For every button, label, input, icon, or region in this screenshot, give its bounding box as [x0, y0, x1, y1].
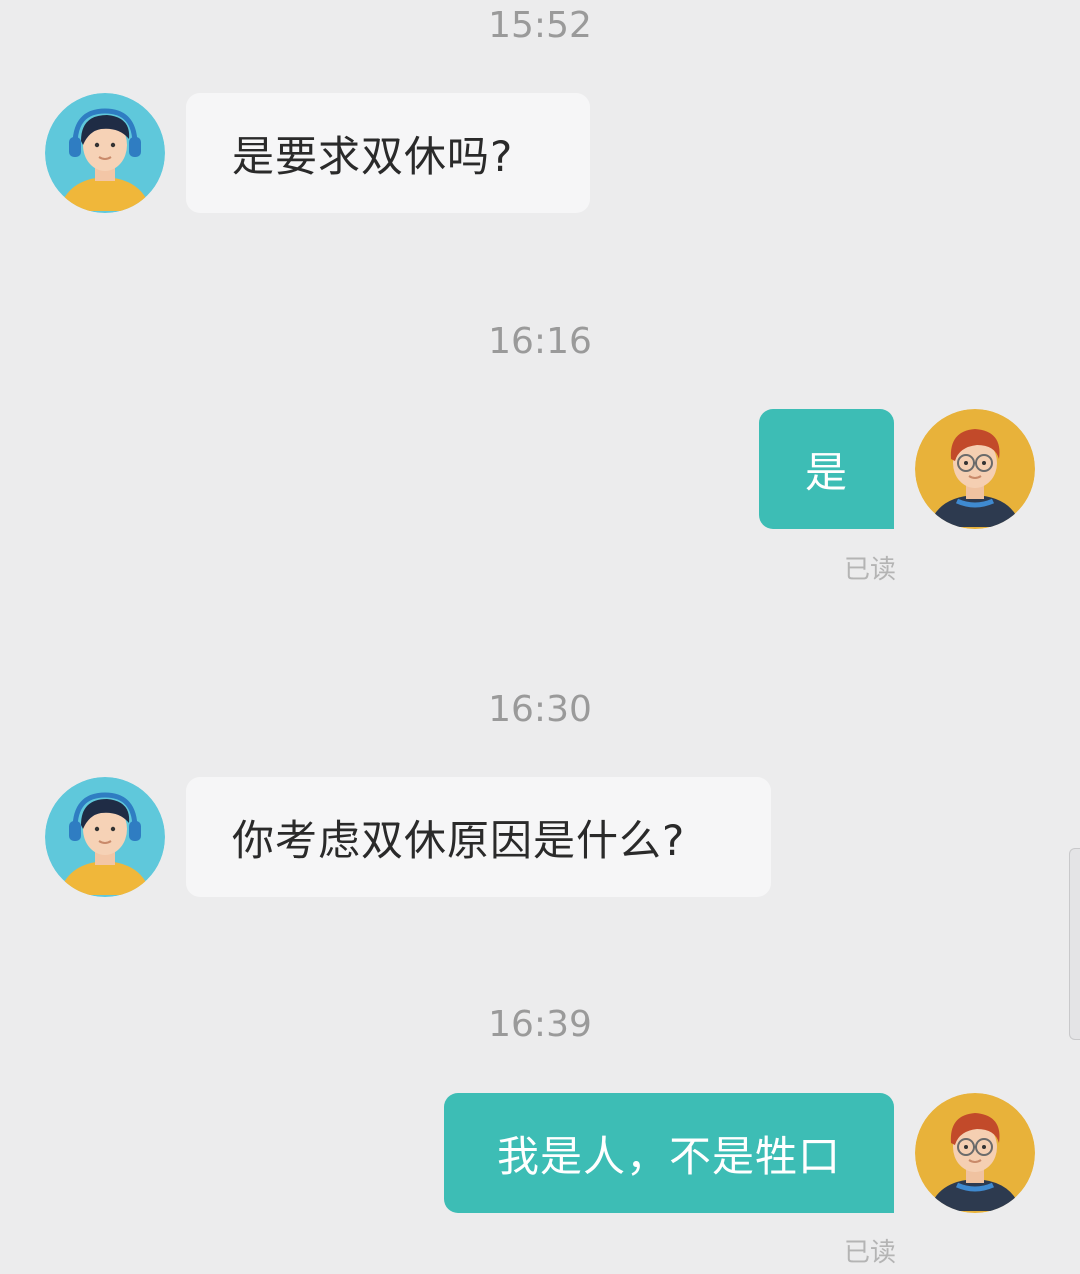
chat-thread[interactable]: 15:52 是要求双休吗? 16:16 是 已读 16:30 你考虑双休原因是什… — [0, 0, 1080, 1274]
user-avatar-glasses-icon[interactable] — [915, 1093, 1035, 1213]
user-avatar-glasses-icon[interactable] — [915, 409, 1035, 529]
message-timestamp: 16:16 — [488, 321, 592, 362]
scrollbar-handle[interactable] — [1069, 848, 1080, 1040]
message-timestamp: 16:39 — [488, 1004, 592, 1045]
read-status: 已读 — [844, 1238, 897, 1268]
agent-avatar-headset-icon[interactable] — [45, 777, 165, 897]
message-timestamp: 16:30 — [488, 689, 592, 730]
read-status: 已读 — [844, 555, 897, 585]
incoming-message-bubble[interactable]: 你考虑双休原因是什么? — [186, 777, 771, 897]
outgoing-message-bubble[interactable]: 是 — [759, 409, 894, 529]
incoming-message-bubble[interactable]: 是要求双休吗? — [186, 93, 590, 213]
message-timestamp: 15:52 — [488, 5, 592, 46]
outgoing-message-bubble[interactable]: 我是人，不是牲口 — [444, 1093, 894, 1213]
agent-avatar-headset-icon[interactable] — [45, 93, 165, 213]
